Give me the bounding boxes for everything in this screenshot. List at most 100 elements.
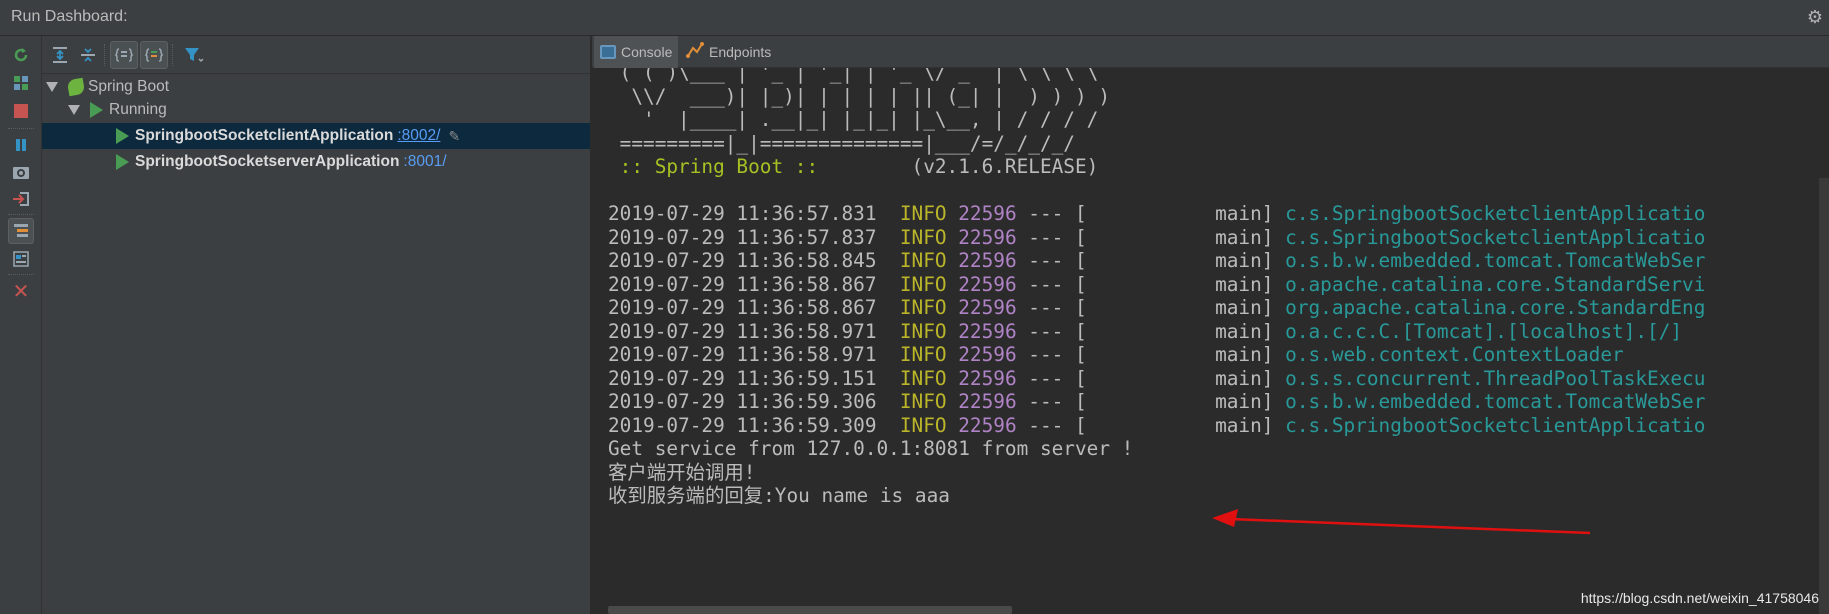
app-name: SpringbootSocketserverApplication [135,153,400,170]
expand-all-icon[interactable] [46,41,74,69]
tab-console[interactable]: Console [594,36,679,68]
log-logger: o.s.b.w.embedded.tomcat.TomcatWebSer [1285,249,1706,272]
run-config-icon[interactable] [8,70,34,96]
gear-icon[interactable]: ⚙ [1807,7,1823,28]
log-thread: --- [ main] [1016,343,1286,366]
log-logger: o.s.s.concurrent.ThreadPoolTaskExecu [1285,366,1706,390]
log-timestamp: 2019-07-29 11:36:58.845 [608,249,900,272]
log-timestamp: 2019-07-29 11:36:57.837 [608,225,900,249]
log-pid: 22596 [958,319,1017,343]
log-level: INFO [899,296,947,319]
run-icon [116,128,129,144]
app-name: SpringbootSocketclientApplication [135,127,394,144]
log-level: INFO [899,225,947,249]
log-timestamp: 2019-07-29 11:36:58.867 [608,272,900,296]
log-logger: o.apache.catalina.core.StandardServi [1285,272,1706,296]
chevron-down-icon[interactable] [46,82,58,92]
tab-label: Endpoints [709,44,772,60]
log-pid: 22596 [958,343,1017,366]
log-thread: --- [ main] [1016,319,1286,343]
camera-icon[interactable] [8,159,34,185]
group-by-type-icon[interactable] [110,41,138,69]
close-icon[interactable]: ✕ [8,278,34,304]
collapse-all-icon[interactable] [74,41,102,69]
tree-node-client-app[interactable]: SpringbootSocketclientApplication :8002/… [42,123,590,149]
run-dashboard-tree: Spring Boot Running SpringbootSocketclie… [42,74,590,614]
log-level: INFO [899,413,947,437]
tree-node-running[interactable]: Running [68,97,588,123]
title-bar: Run Dashboard: ⚙ [0,0,1829,36]
log-level: INFO [899,272,947,296]
tab-endpoints[interactable]: Endpoints [680,36,777,68]
tree-node-label: Running [109,101,167,118]
pause-icon[interactable] [8,132,34,158]
tree-node-label: Spring Boot [88,78,169,95]
endpoints-icon [686,41,704,63]
log-pid: 22596 [958,296,1017,319]
tab-label: Console [621,44,673,60]
log-logger: c.s.SpringbootSocketclientApplicatio [1285,202,1706,225]
log-timestamp: 2019-07-29 11:36:59.306 [608,390,900,413]
group-config-icon[interactable] [8,218,34,244]
run-dashboard-window: Run Dashboard: ⚙ ✕ Spring Boot Running S… [0,0,1829,614]
log-thread: --- [ main] [1016,413,1286,437]
login-icon[interactable] [8,186,34,212]
run-icon [116,154,129,170]
port-link[interactable]: :8001/ [403,153,446,171]
group-by-config-icon[interactable] [140,41,168,69]
log-logger: o.s.b.w.embedded.tomcat.TomcatWebSer [1285,390,1706,413]
log-level: INFO [899,319,947,343]
log-pid: 22596 [958,249,1017,272]
log-pid: 22596 [958,413,1017,437]
chevron-down-icon[interactable] [68,105,80,115]
spring-boot-label: :: Spring Boot :: [608,155,819,178]
log-level: INFO [899,343,947,366]
edit-icon[interactable]: ✎ [448,128,460,145]
stop-icon[interactable] [8,98,34,124]
log-pid: 22596 [958,225,1017,249]
vertical-toolbar: ✕ [0,36,42,614]
log-timestamp: 2019-07-29 11:36:58.971 [608,343,900,366]
port-link[interactable]: :8002/ [397,127,440,145]
vertical-scrollbar[interactable] [1819,178,1829,614]
log-timestamp: 2019-07-29 11:36:57.831 [608,202,900,225]
log-timestamp: 2019-07-29 11:36:59.151 [608,366,900,390]
log-thread: --- [ main] [1016,296,1286,319]
output-line: 收到服务端的回复:You name is aaa [608,484,950,507]
log-logger: c.s.SpringbootSocketclientApplicatio [1285,413,1706,437]
log-thread: --- [ main] [1016,272,1286,296]
log-timestamp: 2019-07-29 11:36:59.309 [608,413,900,437]
layout-icon[interactable] [8,246,34,272]
log-thread: --- [ main] [1016,202,1286,225]
tree-toolbar [42,36,590,74]
log-logger: c.s.SpringbootSocketclientApplicatio [1285,225,1706,249]
log-pid: 22596 [958,202,1017,225]
run-icon [90,102,103,118]
horizontal-scrollbar[interactable] [608,606,1012,614]
tree-node-server-app[interactable]: SpringbootSocketserverApplication :8001/ [42,149,590,175]
console-tab-bar: Console Endpoints [592,36,1829,68]
log-level: INFO [899,390,947,413]
log-logger: o.a.c.c.C.[Tomcat].[localhost].[/] [1285,319,1683,343]
log-pid: 22596 [958,366,1017,390]
window-title: Run Dashboard: [11,8,128,25]
log-thread: --- [ main] [1016,390,1286,413]
console-icon [600,45,616,59]
log-timestamp: 2019-07-29 11:36:58.867 [608,296,900,319]
log-pid: 22596 [958,272,1017,296]
filter-icon[interactable] [180,41,208,69]
rerun-icon[interactable] [8,42,34,68]
log-level: INFO [899,202,947,225]
log-logger: o.s.web.context.ContextLoader [1285,343,1624,366]
log-thread: --- [ main] [1016,249,1286,272]
log-timestamp: 2019-07-29 11:36:58.971 [608,319,900,343]
